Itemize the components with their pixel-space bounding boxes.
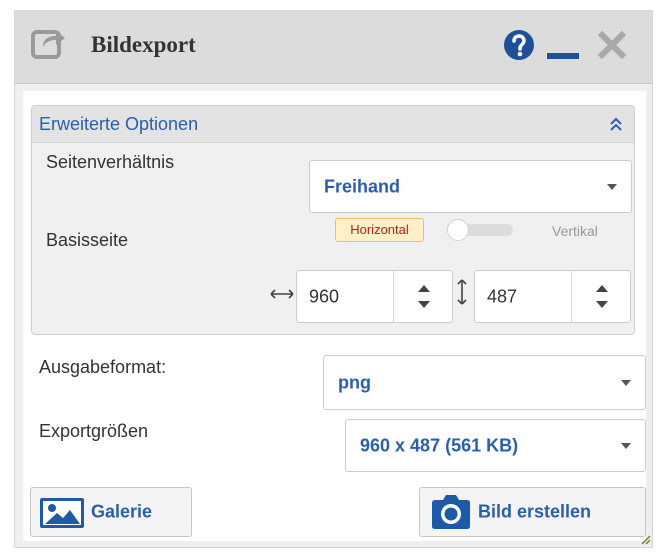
minimize-icon[interactable] xyxy=(546,31,580,61)
width-arrows-icon xyxy=(270,289,294,299)
height-arrows-icon xyxy=(457,279,467,305)
output-format-label: Ausgabeformat: xyxy=(39,357,167,377)
output-format-value: png xyxy=(338,372,371,392)
aspect-ratio-label: Seitenverhältnis xyxy=(46,152,175,172)
camera-icon xyxy=(432,495,470,529)
export-size-select[interactable]: 960 x 487 (561 KB) xyxy=(345,419,646,472)
base-horizontal-badge[interactable]: Horizontal xyxy=(335,218,424,242)
image-icon xyxy=(40,498,84,528)
dialog-title: Bildexport xyxy=(91,32,196,57)
stepper-divider xyxy=(393,271,394,322)
width-stepper[interactable]: 960 xyxy=(296,270,453,323)
dialog-titlebar[interactable]: Bildexport xyxy=(15,11,652,84)
toggle-knob xyxy=(447,219,469,241)
export-size-value: 960 x 487 (561 KB) xyxy=(360,435,519,455)
output-format-select[interactable]: png xyxy=(323,355,646,410)
resize-grip-icon[interactable] xyxy=(639,533,651,545)
chevron-down-icon xyxy=(607,183,617,190)
base-side-label: Basisseite xyxy=(46,230,129,250)
height-value: 487 xyxy=(487,286,518,306)
stepper-divider xyxy=(571,271,572,322)
aspect-ratio-value: Freihand xyxy=(324,176,401,196)
gallery-button-label: Galerie xyxy=(91,501,153,522)
chevron-double-up-icon[interactable] xyxy=(608,116,624,132)
image-export-dialog: Bildexport Erweiterte Optionen Seitenver… xyxy=(14,10,653,548)
chevron-down-icon xyxy=(621,442,631,449)
create-image-button-label: Bild erstellen xyxy=(478,501,592,522)
decrement-icon[interactable] xyxy=(418,301,430,308)
help-icon[interactable] xyxy=(503,29,535,61)
create-image-button[interactable]: Bild erstellen xyxy=(419,487,646,537)
aspect-ratio-select[interactable]: Freihand xyxy=(309,160,632,213)
advanced-options-title: Erweiterte Optionen xyxy=(39,114,199,134)
width-value: 960 xyxy=(309,286,340,306)
export-size-label: Exportgrößen xyxy=(39,421,149,441)
close-icon[interactable] xyxy=(598,31,626,59)
dialog-content: Erweiterte Optionen Seitenverhältnis Fre… xyxy=(23,91,646,541)
increment-icon[interactable] xyxy=(596,285,608,292)
base-side-toggle[interactable] xyxy=(447,219,515,241)
increment-icon[interactable] xyxy=(418,285,430,292)
height-stepper[interactable]: 487 xyxy=(474,270,631,323)
chevron-down-icon xyxy=(621,379,631,386)
advanced-options-header[interactable]: Erweiterte Optionen xyxy=(32,106,634,143)
base-vertical-label[interactable]: Vertikal xyxy=(552,223,598,239)
decrement-icon[interactable] xyxy=(596,301,608,308)
share-icon xyxy=(31,30,65,59)
gallery-button[interactable]: Galerie xyxy=(30,487,192,537)
